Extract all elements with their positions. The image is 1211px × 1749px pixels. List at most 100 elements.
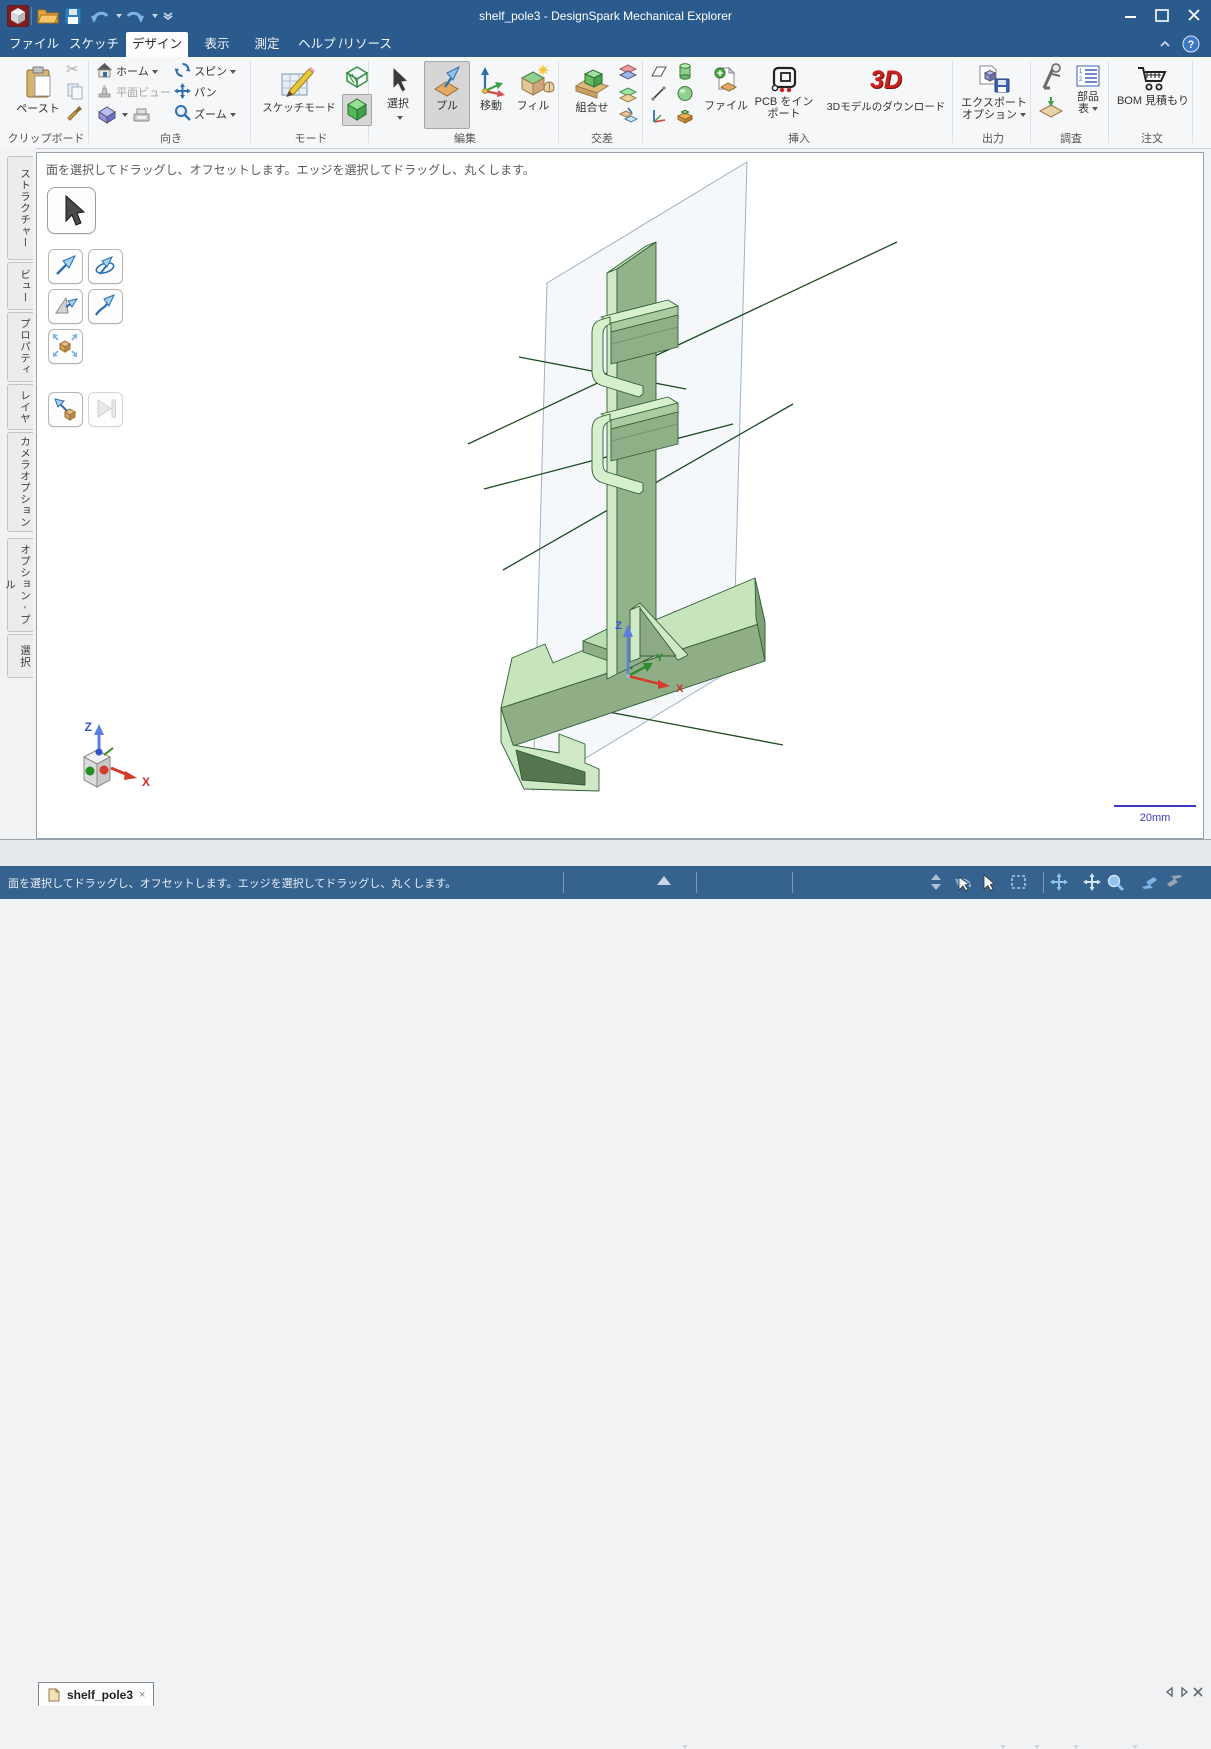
status-pan-icon[interactable] bbox=[1083, 873, 1101, 891]
tab-sketch[interactable]: スケッチ bbox=[66, 32, 122, 57]
insert-sphere-icon[interactable] bbox=[676, 85, 694, 102]
insert-shell-icon[interactable] bbox=[676, 106, 694, 124]
document-tab-close-icon[interactable]: × bbox=[139, 1689, 145, 1701]
move-tool-button[interactable]: 移動 bbox=[470, 61, 512, 129]
status-up-to-top-icon[interactable] bbox=[655, 873, 675, 891]
insert-axes-icon[interactable] bbox=[650, 107, 668, 124]
fill-tool-button[interactable]: フィル bbox=[512, 61, 554, 129]
save-icon[interactable] bbox=[64, 7, 82, 25]
group-separator bbox=[1108, 61, 1109, 143]
undo-dropdown-icon[interactable] bbox=[116, 14, 122, 18]
blend-icon[interactable] bbox=[541, 78, 557, 94]
status-spin-dropdown-icon[interactable] bbox=[1073, 1745, 1079, 1749]
tab-display[interactable]: 表示 bbox=[194, 32, 240, 57]
bom-quote-button[interactable]: BOM 見積もり bbox=[1114, 61, 1192, 129]
zoom-button[interactable]: ズーム bbox=[174, 104, 236, 125]
collapse-ribbon-icon[interactable] bbox=[1158, 38, 1172, 50]
sidebar-tab-structure[interactable]: ストラクチャー bbox=[7, 156, 33, 260]
spin-button[interactable]: スピン bbox=[174, 62, 236, 83]
split-face-icon[interactable] bbox=[618, 84, 638, 104]
status-select-icon[interactable] bbox=[980, 873, 996, 892]
palette-draft-button[interactable] bbox=[48, 289, 83, 324]
home-view-button[interactable]: ホーム bbox=[96, 62, 158, 83]
model-download-button[interactable]: 3D 3Dモデルのダウンロード bbox=[820, 61, 952, 129]
tab-design[interactable]: デザイン bbox=[126, 32, 188, 57]
insert-plane-icon[interactable] bbox=[650, 63, 668, 80]
corner-triad[interactable]: Z X bbox=[84, 720, 150, 789]
measure-calipers-icon[interactable] bbox=[1038, 62, 1064, 90]
insert-file-button[interactable]: ファイル bbox=[702, 61, 750, 129]
3d-scene-canvas[interactable]: Z Y X Z X 20mm bbox=[36, 152, 1204, 839]
sidebar-tab-properties[interactable]: プロパティ bbox=[7, 312, 33, 382]
group-separator bbox=[1030, 61, 1031, 143]
tab-scroll-right-icon[interactable] bbox=[1178, 1686, 1190, 1698]
palette-sweep-button[interactable] bbox=[88, 289, 123, 324]
project-to-solid-icon[interactable] bbox=[618, 105, 638, 125]
status-zoom-icon[interactable] bbox=[1106, 873, 1126, 892]
paste-button[interactable]: ペースト bbox=[10, 61, 66, 129]
redo-dropdown-icon[interactable] bbox=[152, 14, 158, 18]
palette-pull-to-button[interactable] bbox=[48, 392, 83, 427]
section-mode-button[interactable] bbox=[342, 63, 372, 93]
model-download-label: 3Dモデルのダウンロード bbox=[821, 101, 951, 114]
status-box-select-icon[interactable] bbox=[1010, 873, 1028, 891]
view-cube-dropdown-icon[interactable] bbox=[122, 113, 128, 117]
format-painter-icon[interactable] bbox=[66, 103, 84, 121]
status-spin-icon[interactable] bbox=[1050, 873, 1068, 891]
view-cube-icon[interactable] bbox=[98, 106, 116, 124]
status-next-view-icon[interactable] bbox=[1164, 873, 1184, 891]
sidebar-tab-camera-options[interactable]: カメラオプション bbox=[7, 432, 33, 532]
copy-icon[interactable] bbox=[66, 82, 84, 100]
tab-file[interactable]: ファイル bbox=[8, 32, 60, 57]
open-file-icon[interactable] bbox=[37, 7, 59, 25]
solid-mode-button[interactable] bbox=[342, 94, 372, 126]
palette-pull-straight-button[interactable] bbox=[48, 249, 83, 284]
palette-scale-button[interactable] bbox=[48, 329, 83, 364]
status-box-select-dropdown-icon[interactable] bbox=[1034, 1745, 1040, 1749]
extract-face-icon[interactable] bbox=[1038, 95, 1064, 119]
window-title: shelf_pole3 - DesignSpark Mechanical Exp… bbox=[0, 0, 1211, 32]
sidebar-tab-selection[interactable]: 選択 bbox=[7, 634, 33, 678]
select-tool-button[interactable]: 選択 bbox=[374, 61, 422, 129]
export-options-button[interactable]: エクスポート オプション bbox=[958, 61, 1030, 129]
cut-icon[interactable]: ✂ bbox=[66, 60, 79, 78]
redo-icon[interactable] bbox=[123, 6, 147, 26]
status-undo-select-icon[interactable] bbox=[950, 873, 974, 892]
tab-close-all-icon[interactable] bbox=[1192, 1686, 1204, 1698]
group-separator bbox=[250, 61, 251, 143]
status-select-dropdown-icon[interactable] bbox=[1000, 1745, 1006, 1749]
app-logo-icon[interactable] bbox=[7, 5, 29, 27]
view-snapshot-icon[interactable] bbox=[132, 106, 152, 124]
insert-line-icon[interactable] bbox=[650, 85, 668, 102]
minimize-button[interactable] bbox=[1116, 6, 1144, 26]
pan-button[interactable]: パン bbox=[174, 83, 217, 104]
sidebar-tab-layers[interactable]: レイヤ bbox=[7, 384, 33, 430]
status-up-dropdown-icon[interactable] bbox=[682, 1745, 688, 1749]
split-body-icon[interactable] bbox=[618, 62, 638, 82]
palette-next-button[interactable] bbox=[88, 392, 123, 427]
sketch-mode-button[interactable]: スケッチモード bbox=[258, 61, 340, 129]
pcb-import-button[interactable]: PCB をインポート bbox=[750, 61, 818, 129]
parts-list-icon: 1 2 bbox=[1075, 64, 1101, 88]
status-previous-view-icon[interactable] bbox=[1140, 873, 1160, 891]
tab-help[interactable]: ヘルプ /リソース bbox=[296, 32, 394, 57]
sidebar-tab-options-pull[interactable]: オプション - プル bbox=[7, 538, 33, 632]
undo-icon[interactable] bbox=[88, 6, 112, 26]
tab-scroll-left-icon[interactable] bbox=[1164, 1686, 1176, 1698]
status-zoom-dropdown-icon[interactable] bbox=[1132, 1745, 1138, 1749]
qat-customize-icon[interactable] bbox=[162, 11, 174, 21]
tab-measure[interactable]: 測定 bbox=[244, 32, 290, 57]
palette-revolve-button[interactable] bbox=[88, 249, 123, 284]
status-spinner-icon[interactable] bbox=[930, 873, 942, 891]
insert-cylinder-icon[interactable] bbox=[676, 62, 694, 81]
palette-select-button[interactable] bbox=[47, 187, 96, 234]
parts-list-button[interactable]: 1 2 部品 表 bbox=[1068, 61, 1108, 129]
maximize-button[interactable] bbox=[1148, 6, 1176, 26]
close-button[interactable] bbox=[1180, 6, 1208, 26]
combine-button[interactable]: 組合せ bbox=[566, 61, 618, 129]
plan-view-button[interactable]: 平面ビュー bbox=[96, 83, 171, 104]
pull-tool-button[interactable]: プル bbox=[424, 61, 470, 129]
sidebar-tab-view[interactable]: ビュー bbox=[7, 262, 33, 310]
help-icon[interactable]: ? bbox=[1182, 35, 1200, 53]
document-tab[interactable]: shelf_pole3 × bbox=[38, 1682, 154, 1706]
